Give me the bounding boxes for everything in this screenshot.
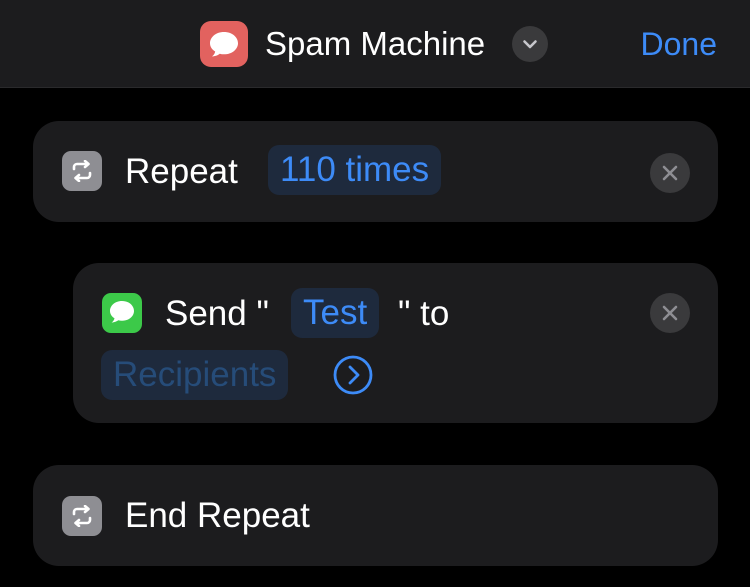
close-icon[interactable]: [650, 293, 690, 333]
end-repeat-action-card[interactable]: End Repeat: [33, 465, 718, 566]
send-label-suffix: " to: [398, 294, 450, 333]
chevron-down-icon[interactable]: [512, 26, 548, 62]
message-token[interactable]: Test: [291, 288, 380, 338]
repeat-label: Repeat: [125, 152, 238, 191]
chevron-right-circle-icon[interactable]: [332, 354, 374, 396]
recipients-token[interactable]: Recipients: [101, 350, 289, 400]
repeat-icon: [62, 151, 102, 191]
close-icon[interactable]: [650, 153, 690, 193]
end-repeat-label: End Repeat: [125, 496, 310, 535]
messages-bubble-icon[interactable]: [200, 21, 248, 67]
shortcut-title[interactable]: Spam Machine: [265, 22, 485, 66]
navigation-bar: Spam Machine Done: [0, 0, 750, 88]
repeat-icon: [62, 496, 102, 536]
done-button[interactable]: Done: [641, 22, 718, 66]
messages-icon: [102, 293, 142, 333]
send-message-action-card[interactable]: Send " Test " to Recipients: [73, 263, 718, 423]
repeat-action-card[interactable]: Repeat 110 times: [33, 121, 718, 222]
send-label-prefix: Send ": [165, 294, 269, 333]
repeat-count-token[interactable]: 110 times: [268, 145, 442, 195]
